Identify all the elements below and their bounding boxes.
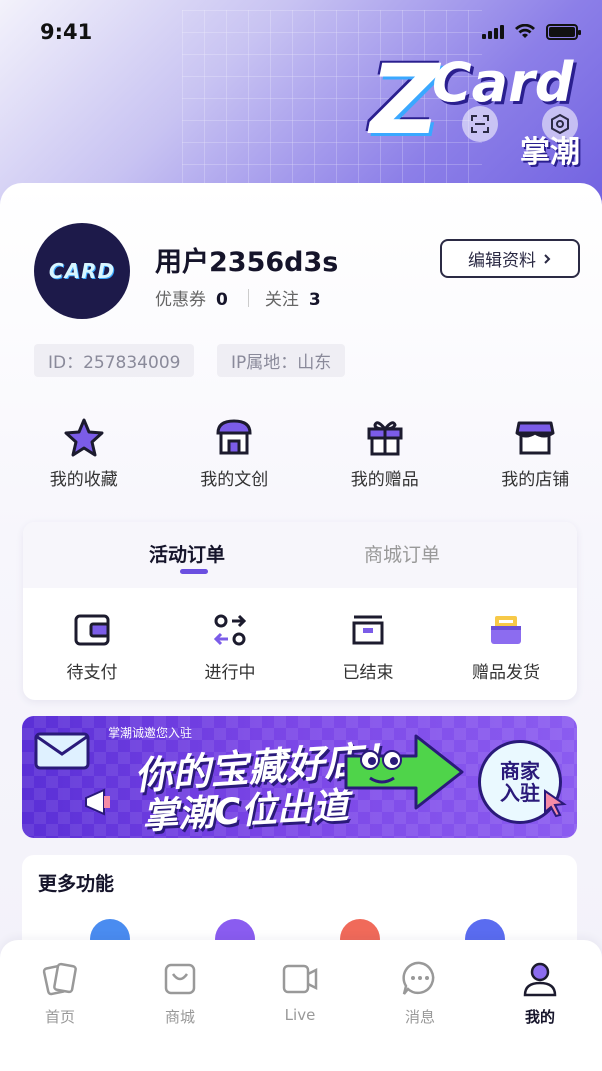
tab-live[interactable]: Live: [240, 940, 360, 1071]
tab-label: Live: [284, 1006, 316, 1024]
avatar-text: CARD: [48, 259, 116, 283]
tab-mall[interactable]: 商城: [120, 940, 240, 1071]
order-pending-payment[interactable]: 待支付: [23, 610, 161, 683]
star-icon: [62, 415, 106, 459]
banner-invite-text: 掌潮诚邀您入驻: [108, 726, 193, 740]
ip-location-tag: IP属地：山东: [217, 344, 346, 377]
order-gift-shipping[interactable]: 赠品发货: [437, 610, 575, 683]
quick-label: 我的赠品: [350, 470, 419, 490]
tab-messages[interactable]: 消息: [360, 940, 480, 1071]
settings-button[interactable]: [542, 106, 578, 142]
live-icon: [279, 958, 321, 1000]
quick-label: 我的收藏: [49, 470, 118, 490]
store-icon: [513, 415, 557, 459]
order-label: 进行中: [204, 663, 256, 683]
wallet-icon: [72, 610, 112, 650]
merchant-banner[interactable]: 掌潮诚邀您入驻 你的宝藏好店！ 掌潮C位出道 商家 入驻: [22, 716, 577, 838]
cta-line-1: 商家: [500, 759, 540, 783]
orders-tabs: 活动订单 商城订单: [23, 522, 577, 588]
order-label: 待支付: [66, 663, 118, 683]
tab-label: 商城: [164, 1008, 195, 1026]
logo-z: Z: [370, 44, 440, 156]
transfer-icon: [210, 610, 250, 650]
cursor-icon: [544, 789, 567, 818]
signal-icon: [482, 25, 504, 39]
logo-card: Card: [432, 51, 574, 114]
quick-favorites[interactable]: 我的收藏: [17, 415, 151, 495]
scan-icon: [471, 115, 489, 133]
banner-headline-2: 掌潮C位出道: [141, 785, 350, 838]
tab-label: 消息: [404, 1008, 435, 1026]
quick-label: 我的店铺: [501, 470, 570, 490]
orders-card: 活动订单 商城订单 待支付 进行中 已结束 赠品发货: [23, 522, 577, 700]
order-status-row: 待支付 进行中 已结束 赠品发货: [23, 610, 577, 683]
tab-mall-orders[interactable]: 商城订单: [364, 540, 440, 567]
coupons-count: 0: [216, 290, 228, 310]
scan-button[interactable]: [462, 106, 498, 142]
quick-label: 我的文创: [200, 470, 269, 490]
quick-actions: 我的收藏 我的文创 我的赠品 我的店铺: [0, 415, 602, 495]
box-icon: [348, 610, 388, 650]
profile-stats: 优惠券 0 关注 3: [155, 285, 321, 310]
cards-icon: [39, 958, 81, 1000]
more-functions-title: 更多功能: [38, 873, 115, 895]
following-count: 3: [308, 290, 321, 310]
tab-label: 首页: [44, 1008, 75, 1026]
tab-home[interactable]: 首页: [0, 940, 120, 1071]
chevron-right-icon: [544, 253, 551, 264]
following-stat[interactable]: 关注 3: [265, 285, 321, 310]
user-id-tag: ID：257834009: [34, 344, 195, 377]
stats-divider: [247, 288, 249, 307]
arrow-mascot-icon: [344, 734, 464, 810]
envelope-icon: [34, 732, 90, 770]
tab-label: 我的: [524, 1008, 555, 1026]
tab-mine[interactable]: 我的: [480, 940, 600, 1071]
username: 用户2356d3s: [155, 247, 339, 278]
quick-gifts[interactable]: 我的赠品: [318, 415, 452, 495]
battery-icon: [546, 24, 581, 40]
cta-line-2: 入驻: [500, 781, 540, 805]
tab-activity-orders[interactable]: 活动订单: [149, 540, 225, 567]
edit-profile-button[interactable]: 编辑资料: [440, 239, 580, 278]
settings-icon: [551, 113, 569, 135]
following-label: 关注: [264, 290, 299, 310]
chat-icon: [399, 958, 441, 1000]
tab-indicator: [180, 569, 208, 574]
quick-creations[interactable]: 我的文创: [168, 415, 302, 495]
edit-profile-label: 编辑资料: [468, 251, 536, 271]
avatar[interactable]: CARD: [34, 223, 130, 319]
gift-icon: [363, 415, 407, 459]
person-icon: [519, 958, 561, 1000]
megaphone-icon: [85, 788, 110, 816]
logo-cn: 掌潮: [520, 135, 580, 170]
shop-house-icon: [212, 415, 256, 459]
quick-store[interactable]: 我的店铺: [469, 415, 602, 495]
order-in-progress[interactable]: 进行中: [161, 610, 299, 683]
gift-box-icon: [486, 610, 526, 650]
bottom-tab-bar: 首页 商城 Live 消息 我的: [0, 940, 602, 1071]
order-finished[interactable]: 已结束: [299, 610, 437, 683]
bag-icon: [159, 958, 201, 1000]
status-icons: [482, 24, 581, 40]
wifi-icon: [515, 24, 535, 38]
order-label: 已结束: [342, 663, 394, 683]
order-label: 赠品发货: [472, 663, 540, 683]
status-time: 9:41: [40, 20, 93, 44]
coupons-label: 优惠券: [155, 290, 206, 310]
coupons-stat[interactable]: 优惠券 0: [155, 285, 228, 310]
